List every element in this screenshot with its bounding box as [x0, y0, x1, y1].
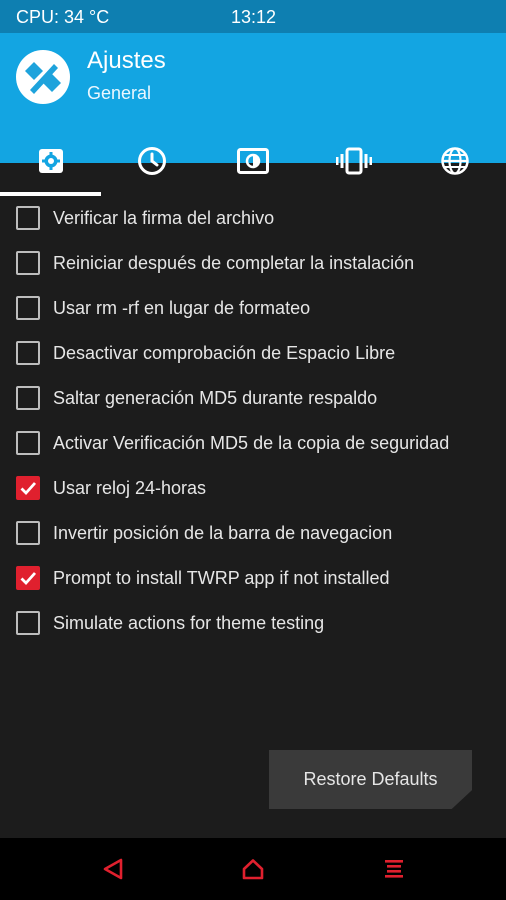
navigation-bar: [0, 838, 506, 900]
globe-icon: [440, 146, 469, 175]
setting-label: Activar Verificación MD5 de la copia de …: [53, 432, 450, 453]
twrp-logo-icon: [16, 50, 70, 104]
status-bar: CPU: 34 °C 13:12: [0, 0, 506, 33]
tab-screen[interactable]: [202, 125, 303, 196]
checkbox[interactable]: [16, 206, 40, 230]
setting-label: Prompt to install TWRP app if not instal…: [53, 567, 390, 588]
page-title: Ajustes: [87, 47, 166, 74]
tab-language[interactable]: [404, 125, 505, 196]
setting-24-hour-clock[interactable]: Usar reloj 24-horas: [16, 471, 496, 505]
menu-icon: [385, 860, 403, 878]
menu-button[interactable]: [374, 852, 414, 886]
setting-skip-md5-generation[interactable]: Saltar generación MD5 durante respaldo: [16, 381, 496, 415]
checkbox[interactable]: [16, 431, 40, 455]
checkmark-icon: [20, 572, 37, 586]
setting-label: Verificar la firma del archivo: [53, 207, 275, 228]
tab-general[interactable]: [0, 125, 101, 196]
checkbox[interactable]: [16, 386, 40, 410]
back-button[interactable]: [93, 852, 133, 886]
header: Ajustes General: [0, 33, 506, 196]
restore-defaults-button[interactable]: Restore Defaults: [269, 750, 472, 809]
setting-use-rm-rf[interactable]: Usar rm -rf en lugar de formateo: [16, 291, 496, 325]
setting-label: Saltar generación MD5 durante respaldo: [53, 387, 378, 408]
checkbox[interactable]: [16, 521, 40, 545]
checkmark-icon: [20, 482, 37, 496]
setting-invert-navbar[interactable]: Invertir posición de la barra de navegac…: [16, 516, 496, 550]
clock-icon: [137, 146, 166, 175]
setting-label: Invertir posición de la barra de navegac…: [53, 522, 393, 543]
setting-skip-free-space-check[interactable]: Desactivar comprobación de Espacio Libre: [16, 336, 496, 370]
gear-icon: [38, 148, 63, 173]
cpu-temperature: CPU: 34 °C: [16, 7, 110, 27]
setting-label: Desactivar comprobación de Espacio Libre: [53, 342, 396, 363]
setting-verify-zip-signature[interactable]: Verificar la firma del archivo: [16, 201, 496, 235]
checkbox-checked[interactable]: [16, 566, 40, 590]
tab-time[interactable]: [101, 125, 202, 196]
home-button[interactable]: [233, 852, 273, 886]
home-icon: [242, 859, 264, 880]
clock: 13:12: [231, 7, 277, 27]
checkbox[interactable]: [16, 611, 40, 635]
setting-simulate-actions[interactable]: Simulate actions for theme testing: [16, 606, 496, 640]
checkbox[interactable]: [16, 251, 40, 275]
vibrate-icon: [335, 147, 372, 174]
setting-enable-md5-verification[interactable]: Activar Verificación MD5 de la copia de …: [16, 426, 496, 460]
checkbox-checked[interactable]: [16, 476, 40, 500]
setting-label: Usar reloj 24-horas: [53, 477, 207, 498]
back-triangle-icon: [103, 858, 123, 880]
page-subtitle: General: [87, 83, 152, 103]
setting-reboot-after-install[interactable]: Reiniciar después de completar la instal…: [16, 246, 496, 280]
setting-label: Reiniciar después de completar la instal…: [53, 252, 415, 273]
brightness-icon: [236, 147, 269, 174]
tab-vibration[interactable]: [303, 125, 404, 196]
checkbox[interactable]: [16, 341, 40, 365]
checkbox[interactable]: [16, 296, 40, 320]
setting-label: Usar rm -rf en lugar de formateo: [53, 297, 311, 318]
setting-label: Simulate actions for theme testing: [53, 612, 325, 633]
setting-prompt-twrp-app[interactable]: Prompt to install TWRP app if not instal…: [16, 561, 496, 595]
settings-tabs: [0, 125, 506, 196]
